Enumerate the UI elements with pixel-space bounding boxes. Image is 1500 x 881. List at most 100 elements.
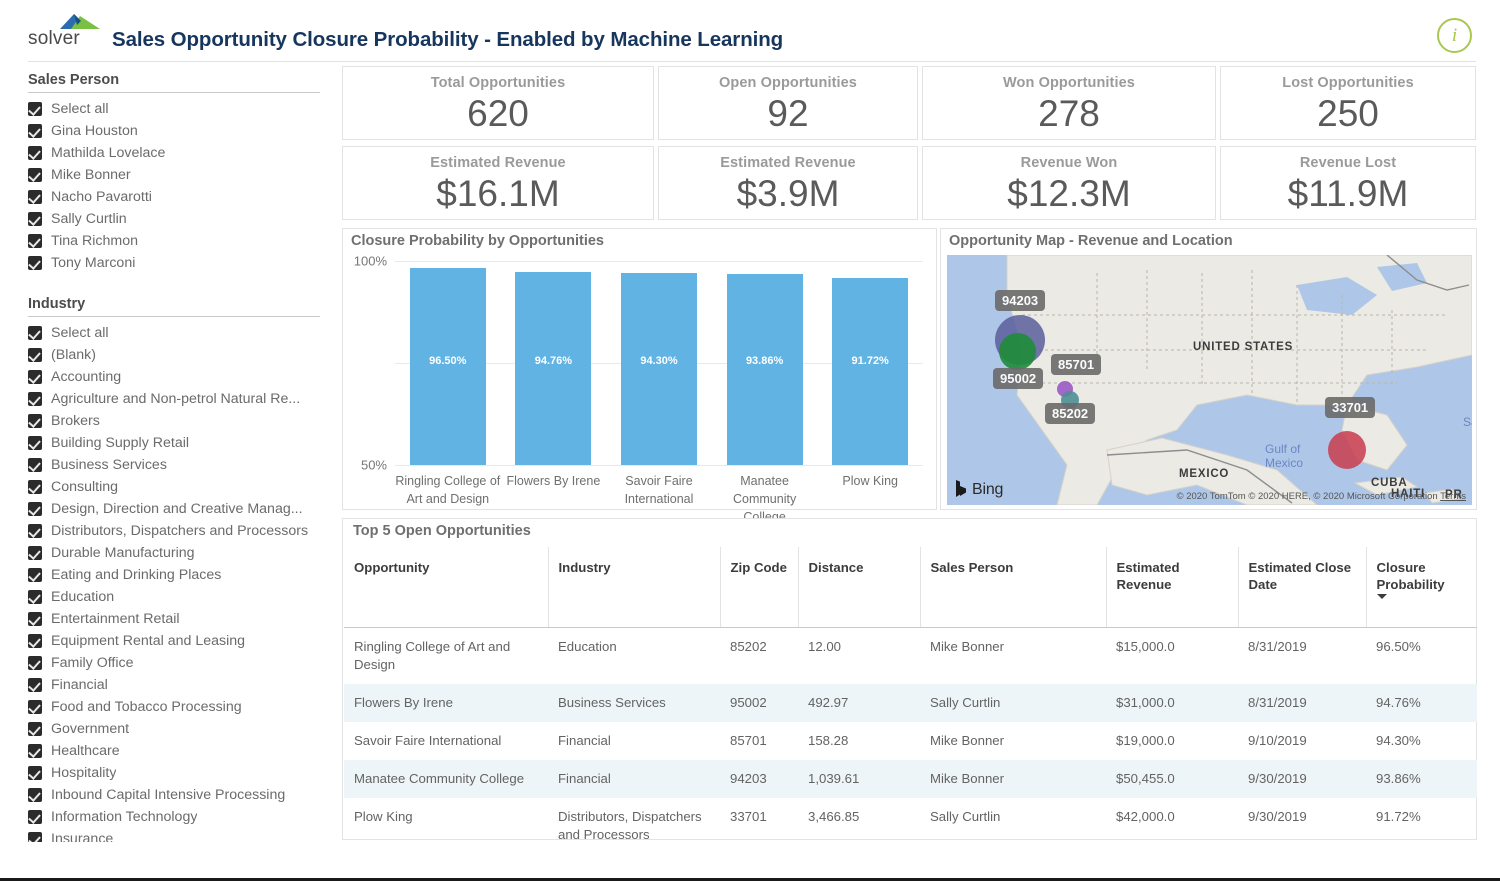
slicer-industry-item[interactable]: Entertainment Retail (28, 608, 338, 630)
slicer-industry-item[interactable]: Accounting (28, 366, 338, 388)
slicer-industry-item[interactable]: Food and Tobacco Processing (28, 696, 338, 718)
map-pin-94203[interactable]: 94203 (995, 290, 1046, 311)
table-column-header[interactable]: Estimated Revenue (1106, 547, 1239, 629)
table-row[interactable]: Savoir Faire International Financial 85701… (344, 722, 1477, 760)
checkbox-checked-icon[interactable] (28, 124, 42, 138)
bing-map-canvas[interactable]: UNITED STATES MEXICO CUBA HAITI PR Gulf … (947, 255, 1472, 505)
checkbox-checked-icon[interactable] (28, 788, 42, 802)
table-row[interactable]: Ringling College of Art and Design Educat… (344, 628, 1477, 684)
slicer-industry-item[interactable]: Healthcare (28, 740, 338, 762)
filters-sidebar[interactable]: Sales Person Select all Gina Houston Mathi… (28, 72, 338, 842)
checkbox-checked-icon[interactable] (28, 146, 42, 160)
table-header-row[interactable]: Opportunity Industry Zip Code Distance Sales… (344, 547, 1477, 629)
slicer-industry-item[interactable]: Distributors, Dispatchers and Processors (28, 520, 338, 542)
map-pin-95002[interactable]: 95002 (993, 368, 1044, 389)
checkbox-checked-icon[interactable] (28, 458, 42, 472)
map-bubble-33701[interactable] (1328, 431, 1366, 469)
checkbox-checked-icon[interactable] (28, 348, 42, 362)
chart-bar[interactable]: 94.30% (621, 272, 697, 465)
table-column-header[interactable]: Closure Probability (1366, 547, 1477, 629)
slicer-sales-person-item[interactable]: Tony Marconi (28, 252, 338, 274)
slicer-sales-person-item[interactable]: Gina Houston (28, 120, 338, 142)
checkbox-checked-icon[interactable] (28, 102, 42, 116)
checkbox-checked-icon[interactable] (28, 766, 42, 780)
checkbox-checked-icon[interactable] (28, 436, 42, 450)
slicer-industry-item[interactable]: Brokers (28, 410, 338, 432)
checkbox-checked-icon[interactable] (28, 524, 42, 538)
map-bubble-94203[interactable] (999, 333, 1036, 370)
map-terms-link[interactable]: Terms (1440, 491, 1466, 502)
checkbox-checked-icon[interactable] (28, 832, 42, 842)
table-row[interactable]: Manatee Community College Financial 94203 1… (344, 760, 1477, 799)
checkbox-checked-icon[interactable] (28, 700, 42, 714)
checkbox-checked-icon[interactable] (28, 326, 42, 340)
sort-descending-icon[interactable] (1376, 594, 1387, 600)
chart-bar[interactable]: 96.50% (409, 268, 486, 465)
checkbox-checked-icon[interactable] (28, 634, 42, 648)
table-column-header[interactable]: Opportunity (344, 547, 549, 629)
checkbox-checked-icon[interactable] (28, 234, 42, 248)
slicer-industry-item[interactable]: (Blank) (28, 344, 338, 366)
table-row[interactable]: Plow King Distributors, Dispatchers and P… (344, 798, 1477, 854)
slicer-sales-person-item[interactable]: Select all (28, 98, 338, 120)
checkbox-checked-icon[interactable] (28, 190, 42, 204)
bing-logo[interactable]: Bing (955, 480, 1003, 499)
slicer-industry-item[interactable]: Eating and Drinking Places (28, 564, 338, 586)
checkbox-checked-icon[interactable] (28, 546, 42, 560)
bar-chart-plot-area[interactable]: 100% 50%0% 96.50% Ringling College of Art a… (354, 254, 923, 677)
slicer-sales-person-item[interactable]: Sally Curtlin (28, 208, 338, 230)
chart-bar[interactable]: 91.72% (832, 277, 909, 465)
checkbox-checked-icon[interactable] (28, 480, 42, 494)
slicer-industry-item[interactable]: Education (28, 586, 338, 608)
checkbox-checked-icon[interactable] (28, 212, 42, 226)
slicer-list-sales-person[interactable]: Select all Gina Houston Mathilda Lovelace M… (28, 98, 338, 274)
slicer-industry-item[interactable]: Durable Manufacturing (28, 542, 338, 564)
opportunities-table[interactable]: Opportunity Industry Zip Code Distance Sales… (344, 547, 1477, 854)
slicer-industry-item[interactable]: Insurance (28, 828, 338, 842)
checkbox-checked-icon[interactable] (28, 414, 42, 428)
slicer-sales-person-item[interactable]: Tina Richmon (28, 230, 338, 252)
slicer-industry-item[interactable]: Agriculture and Non-petrol Natural Re... (28, 388, 338, 410)
table-column-header[interactable]: Zip Code (720, 547, 799, 629)
map-pin-85701[interactable]: 85701 (1051, 354, 1102, 375)
chart-bar[interactable]: 94.76% (515, 271, 592, 465)
table-column-header[interactable]: Industry (548, 547, 721, 629)
slicer-sales-person-item[interactable]: Nacho Pavarotti (28, 186, 338, 208)
checkbox-checked-icon[interactable] (28, 502, 42, 516)
checkbox-checked-icon[interactable] (28, 168, 42, 182)
map-pin-85202[interactable]: 85202 (1045, 403, 1096, 424)
slicer-sales-person-item[interactable]: Mathilda Lovelace (28, 142, 338, 164)
table-body[interactable]: Ringling College of Art and Design Educat… (344, 628, 1477, 854)
checkbox-checked-icon[interactable] (28, 370, 42, 384)
table-column-header[interactable]: Estimated Close Date (1238, 547, 1367, 629)
slicer-industry-item[interactable]: Family Office (28, 652, 338, 674)
slicer-industry-item[interactable]: Hospitality (28, 762, 338, 784)
checkbox-checked-icon[interactable] (28, 678, 42, 692)
checkbox-checked-icon[interactable] (28, 744, 42, 758)
slicer-industry-item[interactable]: Consulting (28, 476, 338, 498)
slicer-industry-item[interactable]: Business Services (28, 454, 338, 476)
slicer-sales-person-item[interactable]: Mike Bonner (28, 164, 338, 186)
checkbox-checked-icon[interactable] (28, 722, 42, 736)
slicer-industry-item[interactable]: Inbound Capital Intensive Processing (28, 784, 338, 806)
checkbox-checked-icon[interactable] (28, 656, 42, 670)
slicer-industry-item[interactable]: Building Supply Retail (28, 432, 338, 454)
slicer-industry-item[interactable]: Equipment Rental and Leasing (28, 630, 338, 652)
checkbox-checked-icon[interactable] (28, 568, 42, 582)
info-circle-icon[interactable]: i (1437, 18, 1472, 53)
chart-bar[interactable]: 93.86% (726, 273, 803, 465)
checkbox-checked-icon[interactable] (28, 810, 42, 824)
slicer-industry-item[interactable]: Select all (28, 322, 338, 344)
checkbox-checked-icon[interactable] (28, 612, 42, 626)
slicer-list-industry[interactable]: Select all (Blank) Accounting Agriculture a… (28, 322, 338, 842)
slicer-industry-item[interactable]: Design, Direction and Creative Manag... (28, 498, 338, 520)
slicer-industry-item[interactable]: Information Technology (28, 806, 338, 828)
checkbox-checked-icon[interactable] (28, 392, 42, 406)
checkbox-checked-icon[interactable] (28, 256, 42, 270)
slicer-industry-item[interactable]: Government (28, 718, 338, 740)
table-row[interactable]: Flowers By Irene Business Services 95002 49… (344, 684, 1477, 723)
table-column-header[interactable]: Distance (798, 547, 921, 629)
slicer-industry-item[interactable]: Financial (28, 674, 338, 696)
table-column-header[interactable]: Sales Person (920, 547, 1107, 629)
map-pin-33701[interactable]: 33701 (1325, 397, 1376, 418)
